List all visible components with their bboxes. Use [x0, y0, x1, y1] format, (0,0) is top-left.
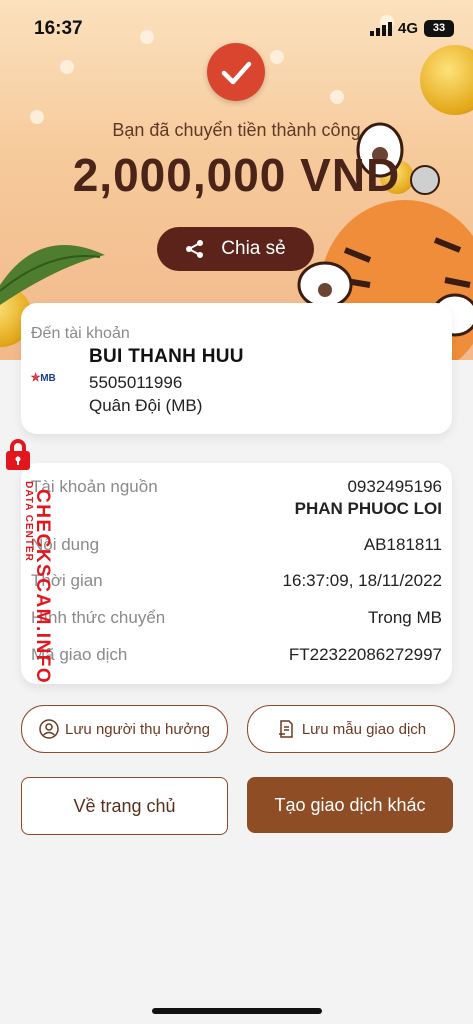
leaf-decoration: [0, 245, 105, 305]
transfer-amount: 2,000,000 VND: [72, 149, 401, 201]
share-icon: [186, 240, 204, 258]
checkmark-icon: [221, 61, 252, 85]
home-indicator[interactable]: [152, 1008, 322, 1014]
save-template-button[interactable]: Lưu mẫu giao dịch: [247, 705, 455, 753]
source-account-number: 0932495196: [347, 477, 442, 496]
time-value: 16:37:09, 18/11/2022: [282, 571, 442, 590]
network-type: 4G: [398, 20, 419, 37]
document-icon: [278, 720, 293, 738]
source-account-name: PHAN PHUOC LOI: [294, 499, 442, 518]
recipient-card: Đến tài khoản ✮MB BUI THANH HUU 55050119…: [21, 303, 452, 434]
success-badge: [207, 43, 265, 101]
share-label: Chia sẻ: [221, 238, 286, 259]
share-button[interactable]: Chia sẻ: [157, 227, 314, 271]
lock-icon: [6, 439, 30, 470]
recipient-label: Đến tài khoản: [31, 325, 130, 342]
save-template-label: Lưu mẫu giao dịch: [301, 720, 427, 738]
recipient-account: 5505011996: [89, 373, 183, 392]
bank-logo: ✮MB: [31, 372, 56, 384]
person-icon: [39, 719, 59, 739]
content-value: AB181811: [363, 535, 442, 554]
recipient-name: BUI THANH HUU: [89, 346, 244, 367]
method-value: Trong MB: [367, 608, 442, 627]
checkscam-watermark: DATA CENTER CHECKSCAM.INFO: [0, 438, 53, 685]
recipient-bank: Quân Đội (MB): [89, 396, 203, 415]
transaction-details-card: Tài khoản nguồn 0932495196 PHAN PHUOC LO…: [21, 463, 452, 684]
battery-level: 33: [424, 20, 454, 37]
save-beneficiary-label: Lưu người thụ hưởng: [65, 720, 210, 738]
transaction-id-value: FT22322086272997: [288, 645, 442, 664]
watermark-text: CHECKSCAM.INFO: [32, 489, 53, 685]
success-message: Bạn đã chuyển tiền thành công: [112, 120, 361, 140]
status-time: 16:37: [34, 18, 83, 39]
home-button[interactable]: Về trang chủ: [21, 777, 228, 835]
new-transaction-button[interactable]: Tạo giao dịch khác: [247, 777, 453, 833]
signal-icon: [370, 22, 392, 36]
save-beneficiary-button[interactable]: Lưu người thụ hưởng: [21, 705, 228, 753]
